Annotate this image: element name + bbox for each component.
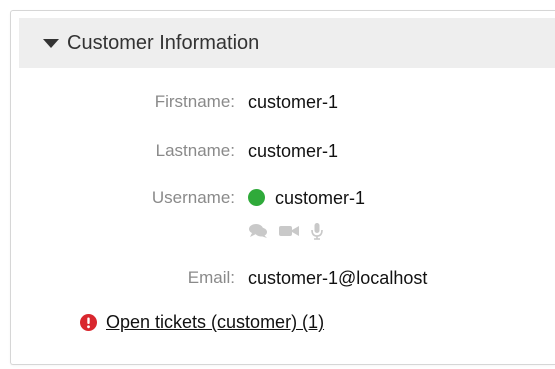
email-label: Email: — [187, 268, 235, 287]
alert-icon — [80, 314, 97, 331]
username-label: Username: — [151, 188, 235, 207]
firstname-row: Firstname: customer-1 — [0, 92, 540, 122]
microphone-icon[interactable] — [310, 222, 324, 245]
lastname-row: Lastname: customer-1 — [0, 141, 540, 171]
firstname-value: customer-1 — [248, 92, 339, 112]
email-value: customer-1@localhost — [248, 268, 428, 288]
chat-actions — [248, 222, 334, 245]
open-tickets-row: Open tickets (customer) (1) — [80, 312, 324, 333]
lastname-value: customer-1 — [248, 141, 339, 161]
online-status-icon — [248, 189, 265, 206]
username-row: Username: customer-1 — [0, 188, 540, 218]
video-icon[interactable] — [278, 223, 300, 244]
email-row: Email: customer-1@localhost — [0, 268, 540, 298]
username-value-wrap: customer-1 — [248, 188, 365, 209]
widget-title: Customer Information — [67, 31, 260, 54]
open-tickets-link[interactable]: Open tickets (customer) (1) — [106, 312, 324, 333]
username-value: customer-1 — [275, 188, 366, 208]
firstname-label: Firstname: — [154, 92, 235, 111]
collapse-triangle-icon[interactable] — [43, 38, 59, 48]
lastname-label: Lastname: — [155, 141, 235, 160]
chat-icon[interactable] — [248, 223, 268, 244]
widget-header[interactable]: Customer Information — [19, 18, 555, 68]
